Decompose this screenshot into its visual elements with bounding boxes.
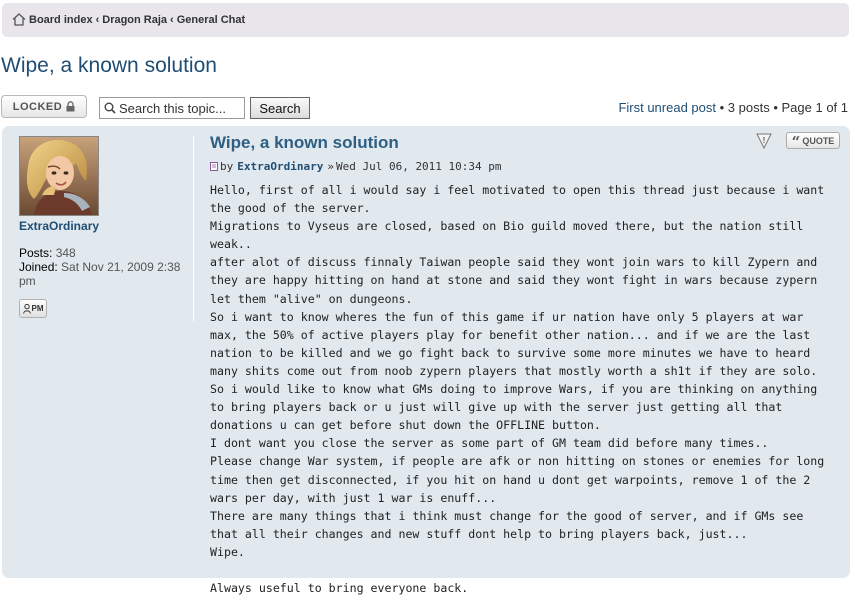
author-name[interactable]: ExtraOrdinary [19, 219, 99, 233]
avatar[interactable] [19, 136, 99, 216]
post-line: Please change War system, if people are … [210, 454, 825, 505]
locked-label: LOCKED [12, 100, 63, 113]
post-line: So i would like to know what GMs doing t… [210, 382, 818, 433]
post-line [210, 561, 838, 579]
quote-button[interactable]: “ QUOTE [786, 132, 840, 149]
post-icon [210, 162, 218, 171]
pagination-separator: • [773, 100, 782, 115]
post-line: after alot of discuss finnaly Taiwan peo… [210, 255, 818, 306]
breadcrumb-separator: ‹ [95, 13, 100, 26]
posts-value: 348 [55, 246, 76, 260]
post-line: Always useful to bring everyone back. [210, 580, 469, 595]
search-button[interactable]: Search [250, 97, 310, 119]
posts-label: Posts: [19, 246, 53, 260]
pm-button[interactable]: PM [19, 299, 47, 318]
post-line: Hello, first of all i would say i feel m… [210, 183, 825, 216]
post-line: I dont want you close the server as some… [210, 436, 769, 451]
user-icon [22, 303, 31, 314]
post-line: Migrations to Vyseus are closed, based o… [210, 219, 804, 252]
avatar-image [20, 137, 98, 215]
post-content: Hello, first of all i would say i feel m… [210, 181, 838, 597]
author-profile: Posts: 348 Joined: Sat Nov 21, 2009 2:38… [19, 246, 185, 288]
pagination: First unread post • 3 posts • Page 1 of … [618, 100, 848, 115]
page-title[interactable]: Wipe, a known solution [1, 54, 217, 78]
joined-label: Joined: [19, 260, 58, 274]
lock-icon [66, 101, 75, 112]
locked-button[interactable]: LOCKED [1, 95, 87, 118]
breadcrumb-separator: ‹ [170, 13, 174, 26]
posts-count: 3 posts [727, 100, 770, 115]
post-line: So i want to know wheres the fun of this… [210, 309, 818, 378]
search-input[interactable] [119, 100, 237, 116]
post-title[interactable]: Wipe, a known solution [210, 133, 399, 153]
search-icon [104, 102, 116, 114]
report-icon[interactable]: ! [754, 132, 774, 150]
pagination-separator: • [719, 100, 728, 115]
breadcrumb-general-chat[interactable]: General Chat [177, 14, 245, 26]
pm-label: PM [31, 304, 44, 313]
breadcrumb-bar: Board index ‹ Dragon Raja ‹ General Chat [2, 3, 849, 37]
breadcrumb: Board index ‹ Dragon Raja ‹ General Chat [12, 13, 245, 26]
post-line: There are many things that i think must … [210, 508, 804, 541]
first-unread-link[interactable]: First unread post [618, 100, 716, 115]
post: ExtraOrdinary Posts: 348 Joined: Sat Nov… [2, 126, 850, 595]
quote-icon: “ [791, 132, 801, 151]
page-info: Page 1 of 1 [781, 100, 849, 115]
divider [193, 136, 194, 321]
breadcrumb-dragon-raja[interactable]: Dragon Raja [102, 14, 167, 26]
post-author-link[interactable]: ExtraOrdinary [237, 160, 323, 173]
post-line: Wipe. [210, 544, 245, 559]
date-separator: » [327, 160, 334, 173]
breadcrumb-board-index[interactable]: Board index [29, 14, 93, 26]
svg-text:!: ! [763, 136, 766, 145]
post-date: Wed Jul 06, 2011 10:34 pm [335, 160, 502, 173]
search-box[interactable] [99, 97, 245, 119]
quote-label: QUOTE [802, 135, 835, 146]
by-label: by [220, 160, 234, 173]
post-author-line: by ExtraOrdinary » Wed Jul 06, 2011 10:3… [210, 160, 502, 173]
home-icon [12, 13, 26, 26]
